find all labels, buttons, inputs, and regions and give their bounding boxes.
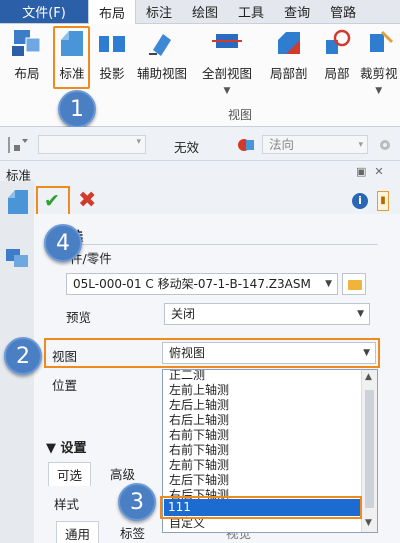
open-folder-icon[interactable]	[342, 273, 366, 295]
list-item[interactable]: 左后上轴测	[169, 398, 229, 413]
view-value: 俯视图	[169, 346, 206, 360]
callout-4: 4	[44, 224, 82, 262]
confirm-check-icon[interactable]: ✔	[44, 190, 60, 212]
crop-dropdown-icon[interactable]: ▼	[375, 86, 382, 96]
projection-button[interactable]: 投影	[95, 28, 129, 82]
layout-button[interactable]: 布局	[10, 28, 44, 82]
settings-section-title[interactable]: ▼ 设置	[46, 437, 87, 456]
detail-view-button[interactable]: 局部	[320, 28, 354, 82]
view-dropdown-icon[interactable]: ▼	[363, 343, 370, 363]
list-item[interactable]: 右前下轴测	[169, 428, 229, 443]
standard-view-icon-small[interactable]	[6, 188, 30, 216]
projection-icon	[99, 36, 125, 52]
view-blocks-icon[interactable]	[4, 245, 30, 269]
cancel-x-icon[interactable]: ✖	[78, 188, 96, 213]
tab-file[interactable]: 文件(F)	[0, 0, 88, 23]
list-item[interactable]: 左前上轴测	[169, 383, 229, 398]
full-section-button[interactable]: 全剖视图 ▼	[202, 28, 252, 96]
preview-value: 关闭	[171, 307, 196, 321]
section-divider	[52, 244, 378, 245]
tab-layout[interactable]: 布局	[88, 0, 137, 25]
list-item[interactable]: 正二测	[169, 370, 205, 383]
panel-window-controls[interactable]: ▣✕	[356, 165, 392, 178]
detail-view-label: 局部	[324, 66, 350, 81]
preview-dropdown-icon[interactable]: ▼	[357, 304, 364, 324]
crop-view-icon	[369, 30, 393, 52]
partial-section-label: 局部剖	[270, 66, 308, 81]
tab-tools[interactable]: 工具	[228, 0, 274, 23]
view-label: 视图	[52, 349, 78, 364]
tab-annotate[interactable]: 标注	[136, 0, 182, 23]
help-book-icon[interactable]: ▮	[377, 191, 389, 211]
callout-3: 3	[118, 483, 156, 521]
style-label: 样式	[54, 497, 80, 512]
file-value: 05L-000-01 C 移动架-07-1-B-147.Z3ASM	[73, 277, 311, 291]
invalid-label: 无效	[174, 140, 200, 155]
callout-2: 2	[4, 337, 42, 375]
tab-label[interactable]: 标签	[112, 521, 153, 543]
tab-advanced[interactable]: 高级	[102, 462, 143, 485]
tab-optional[interactable]: 可选	[48, 462, 92, 486]
projection-label: 投影	[99, 66, 125, 81]
selected-highlight-box	[160, 496, 362, 519]
tab-draw[interactable]: 绘图	[182, 0, 228, 23]
position-label: 位置	[52, 378, 78, 393]
direction-combo[interactable]: 法向	[262, 135, 368, 154]
aux-view-label: 辅助视图	[137, 66, 188, 81]
tab-piping[interactable]: 管路	[320, 0, 366, 23]
file-combo[interactable]: 05L-000-01 C 移动架-07-1-B-147.Z3ASM ▼	[66, 273, 338, 295]
scrollbar-thumb[interactable]	[365, 390, 374, 508]
filter-icon[interactable]	[8, 137, 28, 153]
full-section-icon	[212, 34, 242, 48]
scroll-down-icon[interactable]: ▼	[365, 518, 372, 528]
dropdown-scrollbar[interactable]: ▲ ▼	[361, 370, 377, 532]
aux-view-button[interactable]: 辅助视图	[137, 28, 187, 82]
crop-view-label: 裁剪视	[360, 66, 398, 81]
view-group-label: 视图	[228, 108, 253, 122]
preview-combo[interactable]: 关闭 ▼	[164, 303, 370, 325]
view-orient-icon[interactable]	[236, 136, 256, 154]
partial-section-icon	[277, 32, 300, 54]
list-item[interactable]: 右前下轴测	[169, 443, 229, 458]
tab-general[interactable]: 通用	[56, 521, 100, 543]
view-combo[interactable]: 俯视图 ▼	[162, 342, 376, 364]
callout-1: 1	[58, 90, 96, 128]
list-item[interactable]: 左后下轴测	[169, 473, 229, 488]
list-item[interactable]: 右后上轴测	[169, 413, 229, 428]
detail-view-icon	[326, 29, 351, 54]
standard-highlight-box	[53, 26, 90, 89]
filter-combo[interactable]	[38, 135, 146, 154]
property-bar: 无效 法向	[0, 127, 400, 161]
tab-query[interactable]: 查询	[274, 0, 320, 23]
scroll-up-icon[interactable]: ▲	[365, 372, 372, 382]
full-section-dropdown-icon[interactable]: ▼	[224, 86, 231, 96]
info-icon[interactable]: i	[352, 193, 368, 209]
file-dropdown-icon[interactable]: ▼	[325, 274, 332, 294]
crop-view-button[interactable]: 裁剪视 ▼	[360, 28, 398, 96]
aux-view-icon	[149, 34, 171, 56]
list-item[interactable]: 左前下轴测	[169, 458, 229, 473]
layout-label: 布局	[14, 66, 40, 81]
partial-section-button[interactable]: 局部剖	[270, 28, 308, 82]
layout-icon	[12, 30, 41, 56]
settings-gear-icon[interactable]	[376, 137, 394, 153]
ribbon-tab-bar: 文件(F) 布局 标注 绘图 工具 查询 管路	[0, 0, 400, 25]
preview-label: 预览	[66, 310, 92, 325]
full-section-label: 全剖视图	[202, 66, 253, 81]
